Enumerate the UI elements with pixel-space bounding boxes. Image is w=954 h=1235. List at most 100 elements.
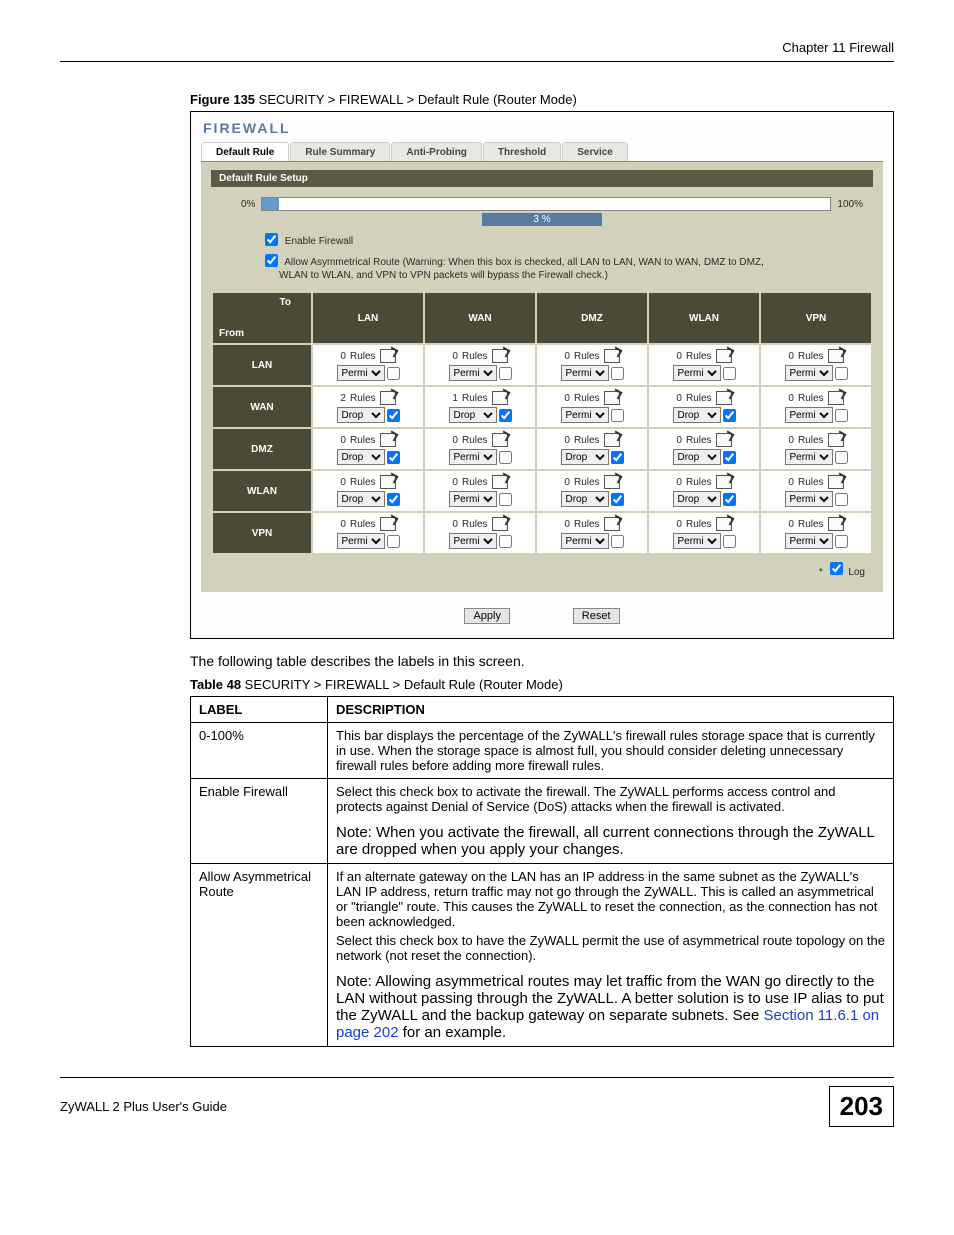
log-checkbox[interactable] xyxy=(830,562,843,575)
tab-default-rule[interactable]: Default Rule xyxy=(201,142,289,161)
log-cell-checkbox[interactable] xyxy=(835,409,848,422)
log-cell-checkbox[interactable] xyxy=(499,535,512,548)
matrix-cell: 0RulesPermitDrop xyxy=(648,386,760,428)
edit-icon[interactable] xyxy=(716,349,732,363)
matrix-cell: 0RulesPermitDrop xyxy=(312,470,424,512)
log-cell-checkbox[interactable] xyxy=(387,367,400,380)
matrix-cell: 0RulesPermitDrop xyxy=(424,344,536,386)
edit-icon[interactable] xyxy=(604,475,620,489)
log-cell-checkbox[interactable] xyxy=(723,451,736,464)
action-select[interactable]: PermitDrop xyxy=(561,491,609,507)
desc-text-2-p2: Select this check box to have the ZyWALL… xyxy=(336,933,885,963)
tab-rule-summary[interactable]: Rule Summary xyxy=(290,142,390,161)
desc-th-label: LABEL xyxy=(191,697,328,723)
action-select[interactable]: PermitDrop xyxy=(561,365,609,381)
log-cell-checkbox[interactable] xyxy=(611,493,624,506)
log-cell-checkbox[interactable] xyxy=(387,493,400,506)
edit-icon[interactable] xyxy=(828,475,844,489)
action-select[interactable]: PermitDrop xyxy=(449,491,497,507)
action-select[interactable]: PermitDrop xyxy=(449,407,497,423)
log-cell-checkbox[interactable] xyxy=(723,409,736,422)
edit-icon[interactable] xyxy=(604,349,620,363)
allow-asym-checkbox[interactable] xyxy=(265,254,278,267)
desc-label-1: Enable Firewall xyxy=(191,779,328,864)
edit-icon[interactable] xyxy=(716,433,732,447)
edit-icon[interactable] xyxy=(380,349,396,363)
apply-button[interactable] xyxy=(464,608,510,624)
action-select[interactable]: PermitDrop xyxy=(561,533,609,549)
matrix-to-label: To xyxy=(280,297,291,308)
action-select[interactable]: PermitDrop xyxy=(337,491,385,507)
edit-icon[interactable] xyxy=(492,349,508,363)
edit-icon[interactable] xyxy=(828,433,844,447)
tab-anti-probing[interactable]: Anti-Probing xyxy=(391,142,482,161)
edit-icon[interactable] xyxy=(716,517,732,531)
action-select[interactable]: PermitDrop xyxy=(449,365,497,381)
edit-icon[interactable] xyxy=(828,349,844,363)
edit-icon[interactable] xyxy=(380,391,396,405)
action-select[interactable]: PermitDrop xyxy=(337,533,385,549)
edit-icon[interactable] xyxy=(828,517,844,531)
rule-count: 0 xyxy=(340,435,346,446)
edit-icon[interactable] xyxy=(828,391,844,405)
action-select[interactable]: PermitDrop xyxy=(449,449,497,465)
action-select[interactable]: PermitDrop xyxy=(673,533,721,549)
rule-count: 0 xyxy=(788,351,794,362)
reset-button[interactable] xyxy=(573,608,620,624)
enable-firewall-checkbox[interactable] xyxy=(265,233,278,246)
edit-icon[interactable] xyxy=(716,391,732,405)
matrix-cell: 2RulesPermitDrop xyxy=(312,386,424,428)
rule-count: 0 xyxy=(452,519,458,530)
action-select[interactable]: PermitDrop xyxy=(337,449,385,465)
storage-bar-left-label: 0% xyxy=(241,199,255,210)
desc-note-1: Note: When you activate the firewall, al… xyxy=(336,824,885,858)
log-cell-checkbox[interactable] xyxy=(723,493,736,506)
action-select[interactable]: PermitDrop xyxy=(337,365,385,381)
edit-icon[interactable] xyxy=(380,475,396,489)
edit-icon[interactable] xyxy=(604,517,620,531)
action-select[interactable]: PermitDrop xyxy=(561,449,609,465)
log-cell-checkbox[interactable] xyxy=(499,409,512,422)
action-select[interactable]: PermitDrop xyxy=(337,407,385,423)
action-select[interactable]: PermitDrop xyxy=(785,407,833,423)
action-select[interactable]: PermitDrop xyxy=(449,533,497,549)
edit-icon[interactable] xyxy=(492,517,508,531)
action-select[interactable]: PermitDrop xyxy=(673,365,721,381)
log-cell-checkbox[interactable] xyxy=(387,409,400,422)
log-cell-checkbox[interactable] xyxy=(611,451,624,464)
action-select[interactable]: PermitDrop xyxy=(673,491,721,507)
log-cell-checkbox[interactable] xyxy=(723,367,736,380)
log-cell-checkbox[interactable] xyxy=(835,493,848,506)
log-cell-checkbox[interactable] xyxy=(611,409,624,422)
edit-icon[interactable] xyxy=(380,517,396,531)
action-select[interactable]: PermitDrop xyxy=(673,407,721,423)
edit-icon[interactable] xyxy=(604,433,620,447)
edit-icon[interactable] xyxy=(492,391,508,405)
log-cell-checkbox[interactable] xyxy=(499,367,512,380)
tab-service[interactable]: Service xyxy=(562,142,628,161)
edit-icon[interactable] xyxy=(604,391,620,405)
log-cell-checkbox[interactable] xyxy=(611,367,624,380)
action-select[interactable]: PermitDrop xyxy=(785,533,833,549)
action-select[interactable]: PermitDrop xyxy=(785,449,833,465)
log-cell-checkbox[interactable] xyxy=(499,493,512,506)
log-cell-checkbox[interactable] xyxy=(499,451,512,464)
action-select[interactable]: PermitDrop xyxy=(561,407,609,423)
edit-icon[interactable] xyxy=(492,433,508,447)
rules-label: Rules xyxy=(350,477,376,488)
edit-icon[interactable] xyxy=(380,433,396,447)
log-cell-checkbox[interactable] xyxy=(387,451,400,464)
log-cell-checkbox[interactable] xyxy=(835,451,848,464)
log-cell-checkbox[interactable] xyxy=(835,367,848,380)
action-select[interactable]: PermitDrop xyxy=(785,491,833,507)
action-select[interactable]: PermitDrop xyxy=(785,365,833,381)
action-select[interactable]: PermitDrop xyxy=(673,449,721,465)
log-cell-checkbox[interactable] xyxy=(723,535,736,548)
log-cell-checkbox[interactable] xyxy=(835,535,848,548)
log-cell-checkbox[interactable] xyxy=(387,535,400,548)
edit-icon[interactable] xyxy=(492,475,508,489)
log-cell-checkbox[interactable] xyxy=(611,535,624,548)
edit-icon[interactable] xyxy=(716,475,732,489)
tab-threshold[interactable]: Threshold xyxy=(483,142,561,161)
matrix-row-dmz: DMZ xyxy=(212,428,312,470)
